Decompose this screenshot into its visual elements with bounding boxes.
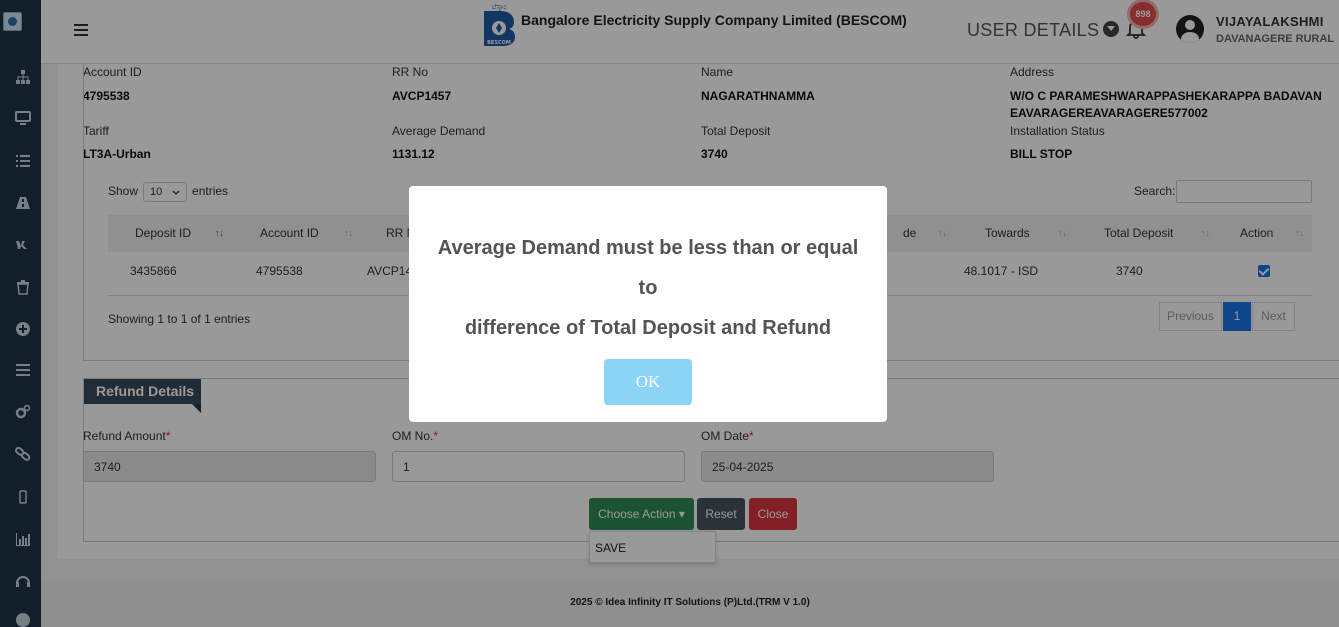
alert-message-line1: Average Demand must be less than or equa…	[437, 237, 859, 299]
ok-button[interactable]: OK	[604, 359, 692, 405]
alert-dialog: Average Demand must be less than or equa…	[409, 186, 887, 422]
